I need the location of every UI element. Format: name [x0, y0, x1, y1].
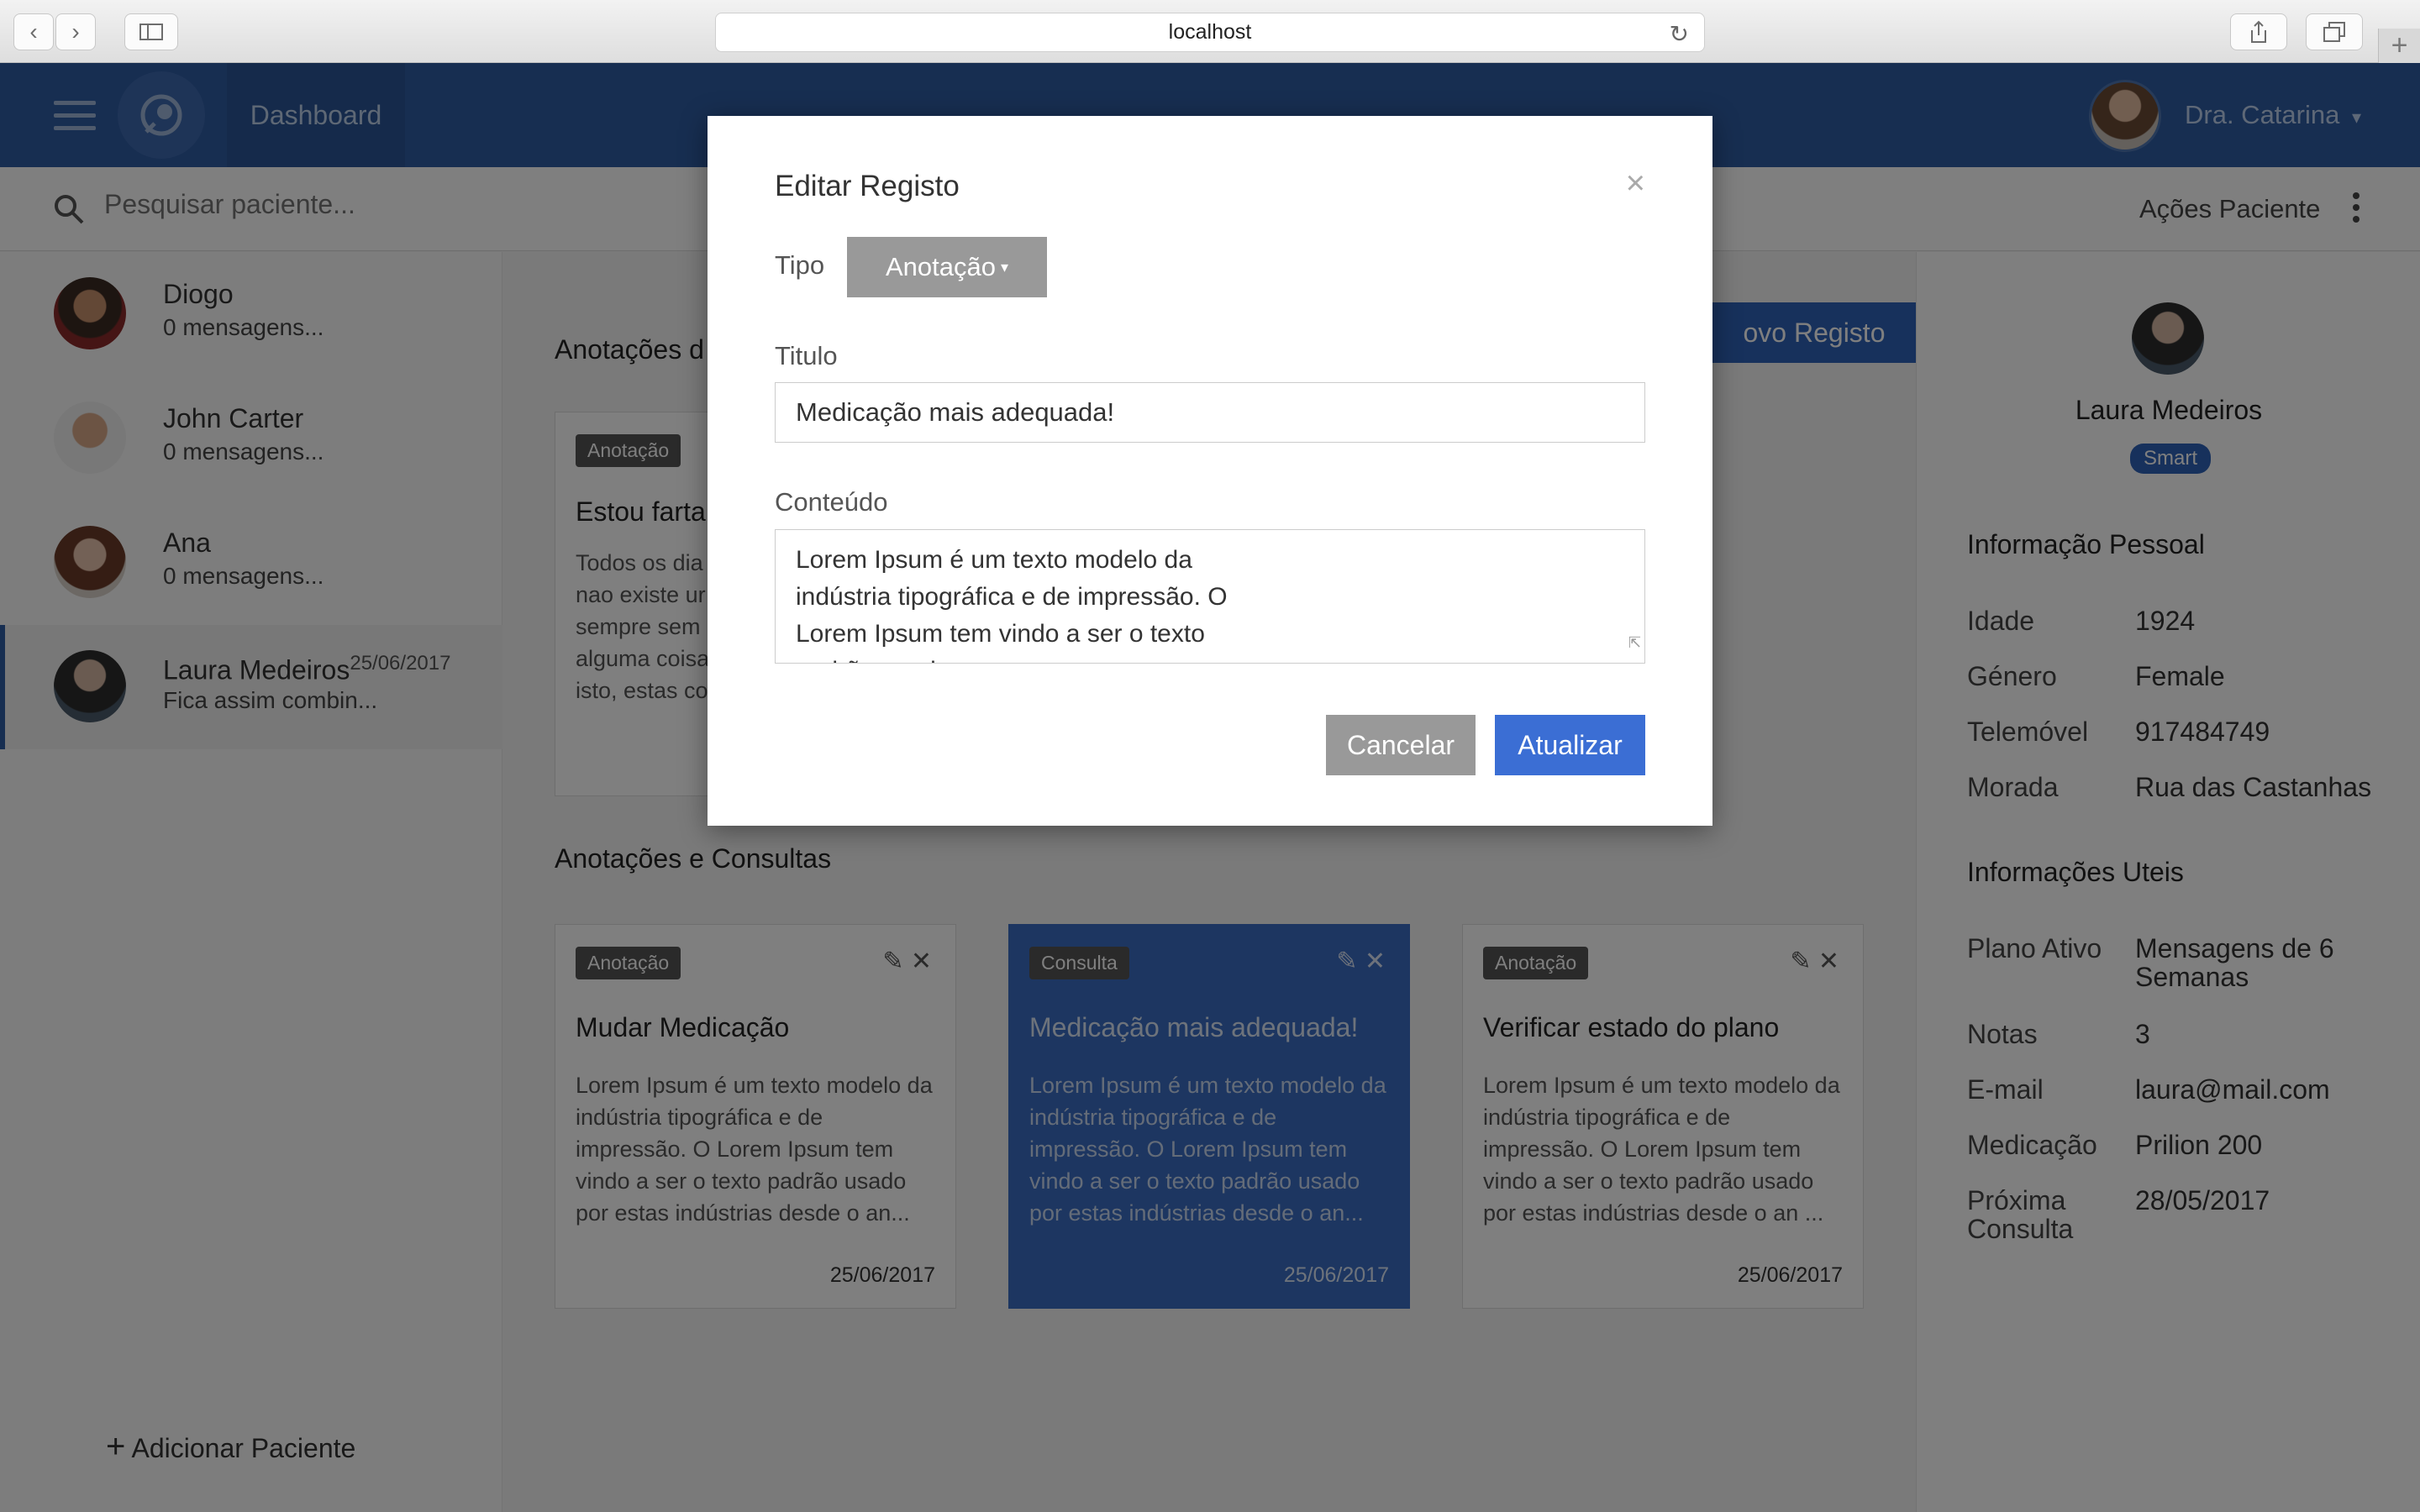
chevron-right-icon: › [71, 18, 80, 45]
tabs-button[interactable] [2306, 13, 2363, 50]
chevron-left-icon: ‹ [29, 18, 38, 45]
update-button[interactable]: Atualizar [1495, 715, 1645, 775]
tabs-icon [2323, 22, 2345, 42]
back-button[interactable]: ‹ [13, 13, 54, 50]
cancel-button[interactable]: Cancelar [1326, 715, 1476, 775]
type-dropdown[interactable]: Anotação ▾ [847, 237, 1047, 297]
title-label: Titulo [775, 341, 838, 370]
title-input[interactable] [775, 382, 1645, 443]
new-tab-button[interactable]: + [2378, 29, 2420, 63]
sidebar-toggle-button[interactable] [124, 13, 178, 50]
close-icon[interactable]: × [1626, 165, 1645, 202]
share-button[interactable] [2230, 13, 2287, 50]
plus-icon: + [2391, 29, 2408, 61]
modal-title: Editar Registo [775, 170, 960, 202]
url-text: localhost [1168, 20, 1252, 44]
edit-record-modal: Editar Registo × Tipo Anotação ▾ Titulo … [708, 116, 1712, 826]
forward-button[interactable]: › [55, 13, 96, 50]
type-value: Anotação [885, 252, 996, 281]
content-text: Lorem Ipsum é um texto modelo da indústr… [796, 546, 1228, 663]
chevron-down-icon: ▾ [1000, 258, 1009, 276]
resize-handle-icon[interactable]: ⇱ [1628, 624, 1641, 661]
type-label: Tipo [775, 250, 825, 280]
address-bar[interactable]: localhost ↻ [715, 13, 1705, 52]
share-icon [2251, 20, 2266, 43]
reload-icon[interactable]: ↻ [1670, 20, 1689, 48]
content-label: Conteúdo [775, 487, 888, 517]
browser-toolbar: ‹ › localhost ↻ + [0, 0, 2420, 63]
content-textarea[interactable]: Lorem Ipsum é um texto modelo da indústr… [775, 529, 1645, 664]
sidebar-icon [139, 24, 163, 40]
